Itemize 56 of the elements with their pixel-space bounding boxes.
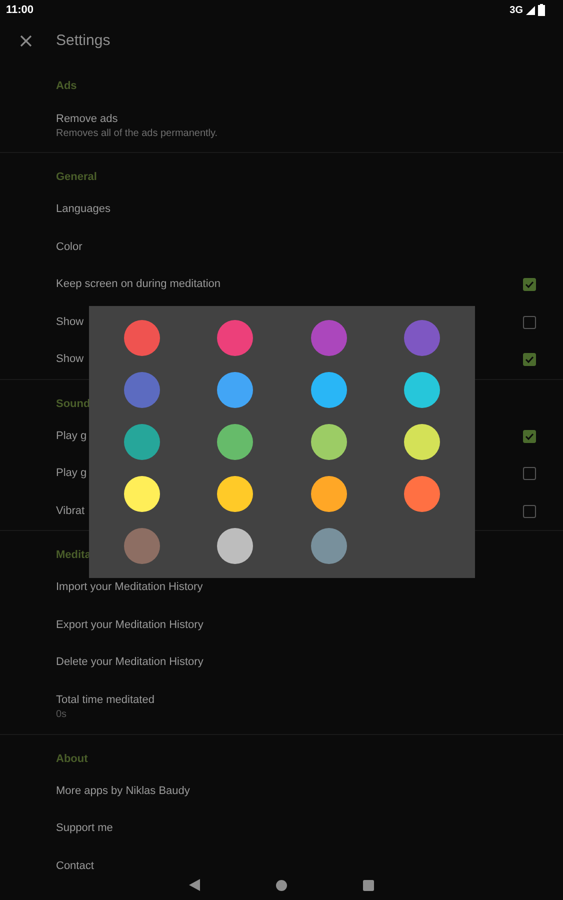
color-swatch[interactable]: [217, 320, 254, 356]
color-swatch[interactable]: [310, 528, 347, 564]
setting-summary: 0s: [56, 708, 67, 722]
setting-title[interactable]: Total time meditated: [56, 693, 154, 708]
color-swatch[interactable]: [124, 424, 160, 460]
section-header: Ads: [56, 79, 77, 94]
color-swatch[interactable]: [124, 320, 160, 356]
setting-title[interactable]: Remove ads: [56, 112, 118, 126]
setting-title[interactable]: Show: [56, 314, 84, 330]
color-swatch[interactable]: [310, 476, 347, 512]
color-swatch[interactable]: [124, 476, 160, 512]
color-swatch[interactable]: [217, 476, 254, 512]
setting-title[interactable]: Import your Meditation History: [56, 580, 203, 596]
checkbox[interactable]: [523, 430, 536, 443]
setting-title[interactable]: Keep screen on during meditation: [56, 277, 220, 292]
color-swatch[interactable]: [217, 424, 254, 460]
setting-summary: Removes all of the ads permanently.: [56, 126, 218, 140]
setting-title[interactable]: Show: [56, 352, 84, 368]
color-swatch[interactable]: [404, 320, 440, 356]
toolbar-title: Settings: [56, 30, 110, 51]
setting-title[interactable]: Contact: [56, 858, 94, 874]
checkbox[interactable]: [523, 353, 536, 366]
color-swatch[interactable]: [217, 528, 254, 564]
checkbox[interactable]: [523, 316, 536, 329]
battery-icon: [538, 4, 545, 16]
close-icon[interactable]: [20, 35, 32, 47]
checkbox[interactable]: [523, 504, 536, 518]
setting-title[interactable]: Delete your Meditation History: [56, 655, 204, 670]
section-header: Sound: [56, 396, 90, 412]
setting-title[interactable]: Support me: [56, 821, 113, 836]
checkbox[interactable]: [523, 278, 536, 292]
checkbox[interactable]: [523, 467, 536, 480]
back-icon[interactable]: [189, 879, 200, 891]
color-swatch[interactable]: [310, 424, 347, 460]
network-type: 3G: [510, 4, 523, 18]
color-swatch[interactable]: [310, 372, 347, 408]
setting-title[interactable]: Play g: [56, 466, 87, 482]
color-swatch[interactable]: [217, 372, 254, 408]
setting-title[interactable]: Export your Meditation History: [56, 618, 204, 633]
color-swatch[interactable]: [404, 424, 440, 460]
setting-title[interactable]: Vibrat: [56, 504, 85, 519]
setting-title[interactable]: More apps by Niklas Baudy: [56, 784, 190, 799]
color-swatch[interactable]: [310, 320, 347, 356]
section-header: About: [56, 752, 88, 766]
signal-icon: [526, 6, 535, 14]
setting-title[interactable]: Color: [56, 240, 82, 255]
setting-title[interactable]: Languages: [56, 202, 110, 218]
status-time: 11:00: [6, 2, 34, 18]
section-header: General: [56, 170, 97, 185]
color-swatch[interactable]: [404, 476, 440, 512]
home-icon[interactable]: [276, 880, 287, 890]
recents-icon[interactable]: [363, 880, 374, 890]
color-swatch[interactable]: [404, 372, 440, 408]
color-swatch[interactable]: [124, 372, 160, 408]
setting-title[interactable]: Play g: [56, 428, 87, 444]
color-swatch[interactable]: [124, 528, 160, 564]
